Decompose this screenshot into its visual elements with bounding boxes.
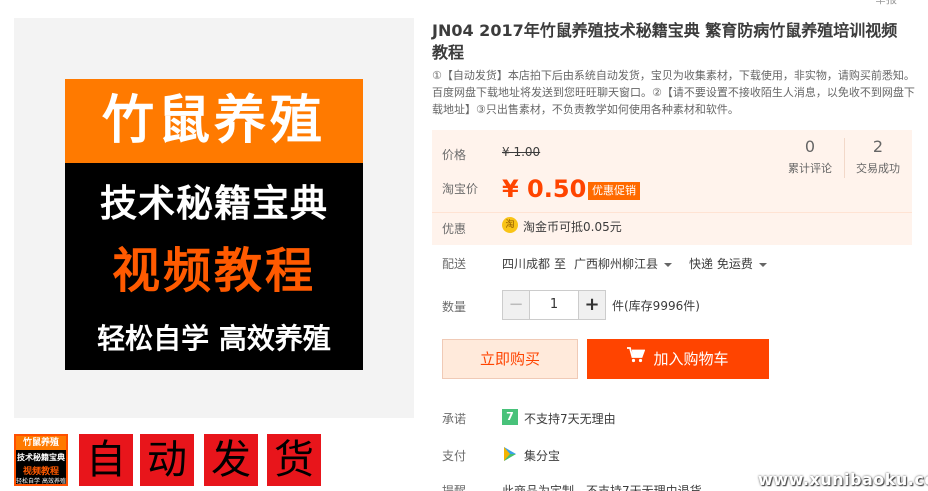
sales-count-label: 交易成功 [856, 162, 900, 175]
report-link[interactable]: 举报 [875, 0, 897, 7]
thumb-poster-line-4: 轻松自学 高效养殖 [16, 478, 66, 485]
destination-text: 广西柳州柳江县 [574, 257, 659, 271]
chevron-down-icon [758, 262, 767, 267]
add-to-cart-label: 加入购物车 [653, 350, 729, 368]
poster-line-4: 轻松自学 高效养殖 [97, 322, 331, 355]
thumbnail-2[interactable]: 自 [79, 434, 133, 486]
review-count-value: 0 [804, 137, 816, 156]
quantity-stepper: − 1 + [502, 290, 606, 320]
product-title: JN04 2017年竹鼠养殖技术秘籍宝典 繁育防病竹鼠养殖培训视频教程 [432, 21, 898, 62]
seven-day-badge-icon: 7 [502, 409, 518, 425]
remind-text: 此商品为定制，不支持7天无理由退货 [502, 484, 702, 491]
increase-quantity-button[interactable]: + [579, 291, 605, 319]
payment-label: 支付 [442, 449, 467, 463]
original-price: ¥ 1.00 [502, 145, 541, 159]
poster-line-2: 技术秘籍宝典 [100, 182, 328, 225]
add-to-cart-button[interactable]: 加入购物车 [587, 339, 769, 379]
thumbnail-5[interactable]: 货 [267, 434, 321, 486]
payment-method[interactable]: 集分宝 [524, 447, 560, 464]
price-divider [432, 212, 912, 213]
shipping-label: 配送 [442, 257, 467, 271]
jifenbao-icon [502, 446, 518, 462]
shipping-method-text: 快递 免运费 [689, 257, 753, 271]
promo-badge[interactable]: 优惠促销 [588, 182, 640, 200]
thumb-poster-title: 竹鼠养殖 [16, 436, 66, 450]
cart-icon [627, 338, 646, 378]
stock-text: 件(库存9996件) [612, 299, 700, 313]
coin-discount-text: 淘金币可抵0.05元 [523, 220, 622, 234]
sales-count[interactable]: 2 交易成功 [848, 137, 908, 176]
quantity-label: 数量 [442, 300, 467, 314]
product-subtitle: ①【自动发货】本店拍下后由系统自动发货，宝贝为收集素材，下载使用，非实物，请购买… [432, 69, 915, 116]
stats-divider [844, 138, 845, 178]
buy-now-button[interactable]: 立即购买 [442, 339, 578, 379]
promise-label: 承诺 [442, 412, 467, 426]
destination-select[interactable]: 广西柳州柳江县 [574, 255, 673, 272]
ship-from: 四川成都 [502, 257, 551, 271]
ship-to-word: 至 [554, 257, 567, 271]
main-product-image[interactable]: 竹鼠养殖 技术秘籍宝典 视频教程 轻松自学 高效养殖 [14, 18, 414, 418]
quantity-input[interactable]: 1 [529, 291, 579, 319]
review-count-label: 累计评论 [788, 162, 832, 175]
thumb-poster-line-2: 技术秘籍宝典 [17, 453, 65, 462]
site-watermark: www.xunibaoku.com [758, 470, 928, 489]
promise-text[interactable]: 不支持7天无理由 [524, 410, 616, 427]
discount-label: 优惠 [442, 222, 467, 236]
shipping-method-select[interactable]: 快递 免运费 [689, 255, 767, 272]
taobao-coin-icon: 淘 [502, 217, 518, 233]
poster-line-3: 视频教程 [111, 243, 316, 299]
current-price: ¥ 0.50 [502, 175, 587, 203]
product-poster: 竹鼠养殖 技术秘籍宝典 视频教程 轻松自学 高效养殖 [65, 79, 363, 370]
sales-count-value: 2 [872, 137, 884, 156]
taobao-price-label: 淘宝价 [442, 182, 479, 196]
decrease-quantity-button[interactable]: − [503, 291, 529, 319]
remind-label: 提醒 [442, 484, 467, 491]
thumbnail-4[interactable]: 发 [204, 434, 258, 486]
review-count[interactable]: 0 累计评论 [780, 137, 840, 176]
price-label: 价格 [442, 148, 467, 162]
price-box: 价格 ¥ 1.00 淘宝价 ¥ 0.50 优惠促销 优惠 淘 淘金币可抵0.05… [432, 130, 912, 245]
thumbnail-1[interactable]: 竹鼠养殖 技术秘籍宝典 视频教程 轻松自学 高效养殖 [14, 434, 68, 486]
thumbnail-3[interactable]: 动 [140, 434, 194, 486]
chevron-down-icon [664, 262, 673, 267]
poster-title: 竹鼠养殖 [65, 79, 363, 163]
